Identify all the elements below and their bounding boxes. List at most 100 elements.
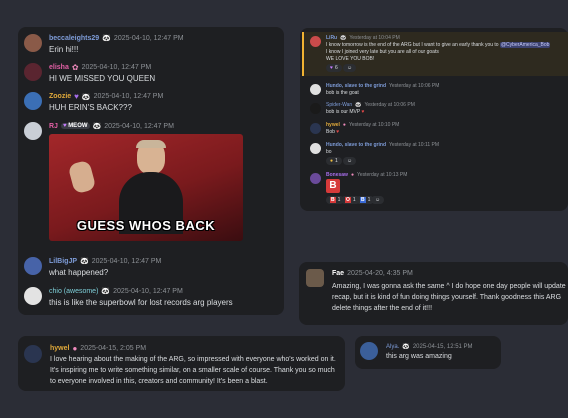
- username[interactable]: Hundo, slave to the grind: [326, 83, 386, 89]
- person-figure: [119, 140, 183, 234]
- username[interactable]: chio (awesome): [49, 288, 98, 295]
- waving-hand: [67, 159, 97, 195]
- timestamp: Yesterday at 10:13 PM: [356, 172, 408, 178]
- username[interactable]: Alya.: [386, 344, 399, 350]
- message-rj: RJ ♥ MEOW 🐼 2025-04-10, 12:47 PM GUESS W…: [18, 120, 284, 250]
- message-elisha: elisha ✿ 2025-04-10, 12:47 PM HI WE MISS…: [18, 61, 284, 85]
- username[interactable]: RJ: [49, 123, 58, 130]
- avatar[interactable]: [24, 287, 42, 305]
- avatar[interactable]: [310, 103, 321, 114]
- letter-b-icon: B: [330, 197, 336, 203]
- heart-icon: ♥: [62, 123, 67, 129]
- gif-caption: GUESS WHOS BACK: [76, 218, 216, 233]
- message-text: Bob: [326, 129, 335, 135]
- username[interactable]: Hundo, slave to the grind: [326, 142, 386, 148]
- message-liru: LiRu 🐼 Yesterday at 10:04 PM I know tomo…: [300, 34, 568, 74]
- timestamp: Yesterday at 10:06 PM: [364, 102, 415, 108]
- timestamp: Yesterday at 10:10 PM: [348, 122, 400, 128]
- message-hundo-1: Hundo, slave to the grind Yesterday at 1…: [300, 82, 568, 100]
- message-chio: chio (awesome) 🐼 2025-04-10, 12:47 PM th…: [18, 285, 284, 309]
- message-text: HI WE MISSED YOU QUEEN: [49, 74, 156, 83]
- username[interactable]: Spider-Wan: [326, 102, 352, 108]
- add-reaction-button[interactable]: ☺: [343, 157, 357, 165]
- username[interactable]: hywel: [50, 345, 69, 352]
- timestamp: Yesterday at 10:04 PM: [349, 35, 400, 41]
- message-text: I love hearing about the making of the A…: [50, 356, 336, 385]
- smiley-icon: ☺: [347, 65, 353, 71]
- reaction-emoji[interactable]: ● 1: [326, 157, 342, 165]
- message-text: bob is the goat: [326, 90, 359, 96]
- message-hundo-2: Hundo, slave to the grind Yesterday at 1…: [300, 141, 568, 169]
- message-bonesaw: Bonesaw ● Yesterday at 10:13 PM B B 1 O …: [300, 171, 568, 209]
- timestamp: 2025-04-10, 12:47 PM: [81, 64, 152, 71]
- avatar[interactable]: [24, 34, 42, 52]
- message-spider-wan: Spider-Wan 🐼 Yesterday at 10:06 PM bob i…: [300, 101, 568, 119]
- timestamp: 2025-04-10, 12:47 PM: [104, 122, 174, 130]
- message-text: this is like the superbowl for lost reco…: [49, 298, 233, 307]
- avatar[interactable]: [310, 143, 321, 154]
- timestamp: Yesterday at 10:11 PM: [389, 142, 440, 148]
- smiley-icon: ☺: [375, 197, 381, 203]
- username[interactable]: LiRu: [326, 35, 337, 41]
- emoji-badge-icon: 🐼: [340, 35, 347, 41]
- avatar[interactable]: [310, 173, 321, 184]
- emoji-badge-icon: 🐼: [402, 344, 410, 350]
- username[interactable]: hywel: [326, 122, 340, 128]
- avatar[interactable]: [360, 342, 378, 360]
- emoji-badge-icon: 🐼: [80, 258, 89, 265]
- timestamp: 2025-04-10, 12:47 PM: [93, 93, 164, 100]
- timestamp: 2025-04-10, 12:47 PM: [113, 34, 184, 42]
- username[interactable]: LilBigJP: [49, 258, 77, 265]
- message-text: bob is our MVP: [326, 109, 361, 115]
- avatar[interactable]: [306, 269, 324, 287]
- emoji-badge-icon: 🐼: [102, 35, 111, 42]
- message-card-hywel: hywel ● 2025-04-15, 2:05 PM I love heari…: [18, 336, 345, 391]
- message-text: this arg was amazing: [386, 353, 452, 360]
- brain-icon: ●: [342, 122, 346, 128]
- message-text: what happened?: [49, 268, 109, 277]
- username[interactable]: Zoozie: [49, 93, 71, 100]
- letter-b-emoji: B: [326, 179, 340, 193]
- message-text: bo: [326, 149, 332, 155]
- laughing-face-icon: ●: [330, 158, 334, 164]
- avatar[interactable]: [310, 123, 321, 134]
- message-card-alya: Alya. 🐼 2025-04-15, 12:51 PM this arg wa…: [355, 336, 501, 369]
- heart-icon: ♥: [336, 129, 340, 135]
- message-text-line2: I know I joined very late but you are al…: [326, 49, 439, 55]
- avatar[interactable]: [310, 84, 321, 95]
- avatar[interactable]: [24, 345, 42, 363]
- brain-icon: ●: [350, 172, 354, 178]
- username[interactable]: Bonesaw: [326, 172, 348, 178]
- avatar[interactable]: [24, 122, 42, 140]
- avatar[interactable]: [310, 36, 321, 47]
- gif-image[interactable]: GUESS WHOS BACK: [49, 134, 243, 241]
- avatar[interactable]: [24, 63, 42, 81]
- add-reaction-button[interactable]: ☺: [343, 64, 357, 72]
- username[interactable]: beccaleights29: [49, 35, 99, 42]
- add-reaction-button[interactable]: ☺: [371, 196, 385, 204]
- user-mention[interactable]: @CyberAmerica_Bob: [499, 42, 551, 48]
- message-card-erin-thread: beccaleights29 🐼 2025-04-10, 12:47 PM Er…: [18, 27, 284, 315]
- username[interactable]: elisha: [49, 64, 69, 71]
- emoji-badge-icon: 🐼: [355, 102, 362, 108]
- timestamp: 2025-04-10, 12:47 PM: [113, 287, 183, 295]
- smiley-icon: ☺: [347, 158, 353, 164]
- flower-icon: ✿: [71, 63, 79, 72]
- message-text: Erin hi!!!: [49, 45, 79, 54]
- timestamp: 2025-04-20, 4:35 PM: [347, 270, 413, 277]
- tag-badge: ♥ MEOW: [60, 123, 90, 129]
- message-text: I know tomorrow is the end of the ARG bu…: [326, 42, 499, 48]
- brain-icon: ●: [72, 344, 78, 353]
- message-text-line3: WE LOVE YOU BOB!: [326, 56, 375, 62]
- message-lilbigjp: LilBigJP 🐼 2025-04-10, 12:47 PM what hap…: [18, 255, 284, 279]
- avatar[interactable]: [24, 257, 42, 275]
- avatar[interactable]: [24, 92, 42, 110]
- username[interactable]: Fae: [332, 270, 344, 277]
- message-hywel: hywel ● Yesterday at 10:10 PM Bob ♥: [300, 121, 568, 139]
- heart-icon: ♥: [330, 65, 333, 71]
- letter-o-icon: O: [345, 197, 351, 203]
- heart-icon: ♥: [361, 109, 365, 115]
- message-beccaleights: beccaleights29 🐼 2025-04-10, 12:47 PM Er…: [18, 32, 284, 56]
- reaction-heart[interactable]: ♥ 6: [326, 64, 342, 72]
- emoji-badge-icon: 🐼: [92, 123, 102, 130]
